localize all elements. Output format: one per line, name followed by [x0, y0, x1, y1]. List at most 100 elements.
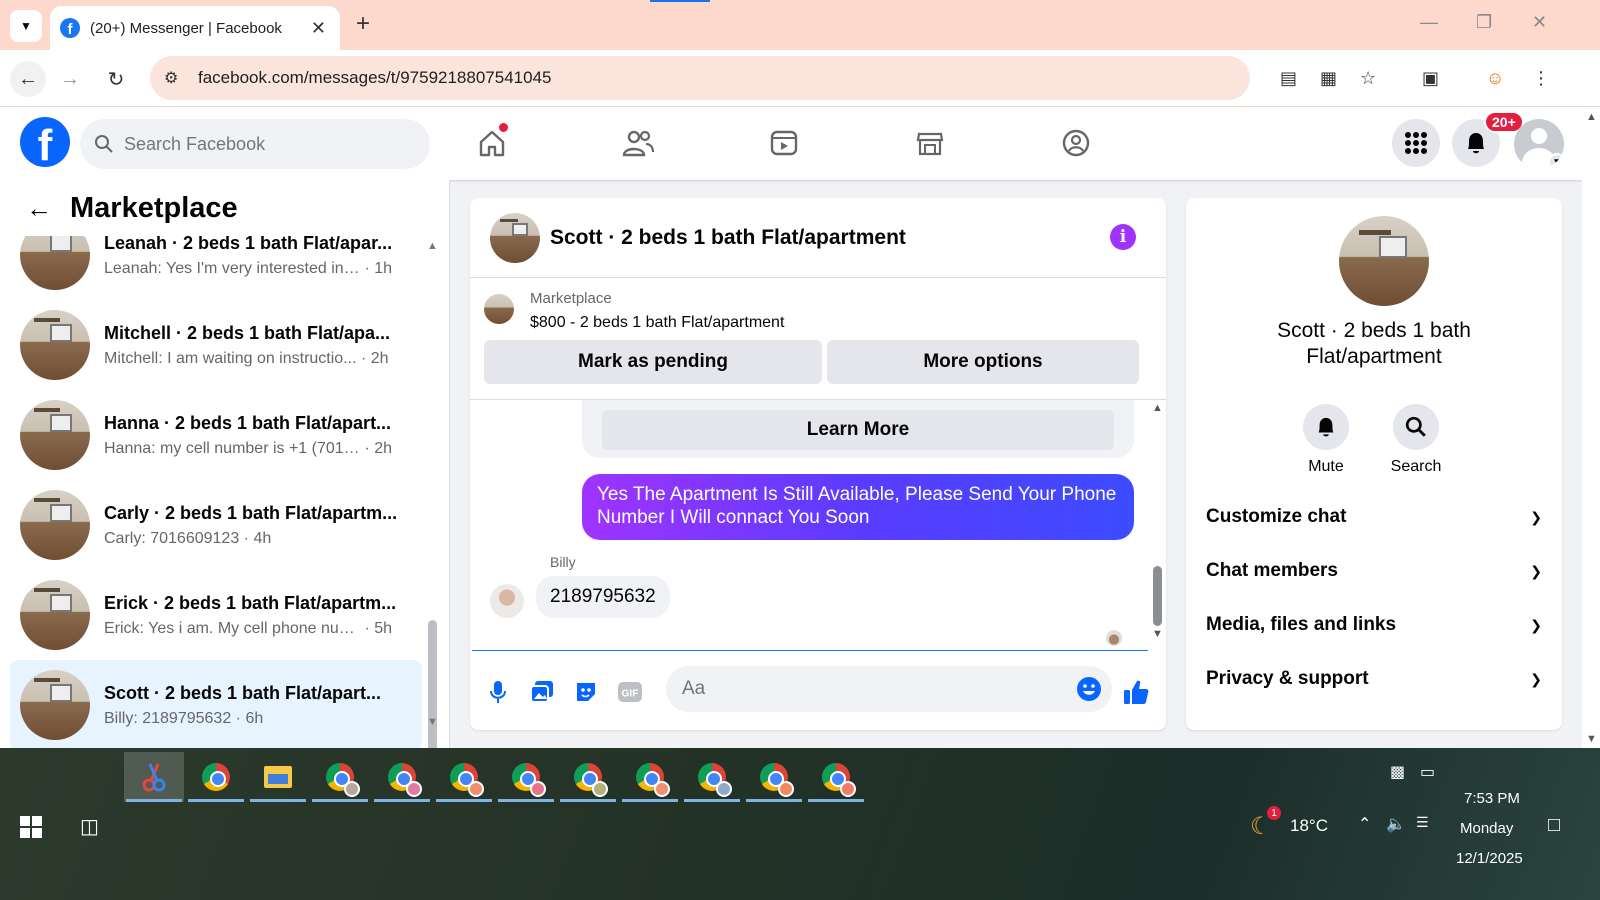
taskbar-app-chrome-profile[interactable]: [682, 752, 742, 802]
customize-chat-section[interactable]: Customize chat ❯: [1206, 492, 1542, 542]
new-tab-button[interactable]: +: [356, 12, 370, 36]
message-input[interactable]: [682, 678, 1062, 700]
profile-icon[interactable]: ☺: [1486, 68, 1504, 89]
like-button[interactable]: [1122, 678, 1150, 706]
restore-icon[interactable]: ❐: [1476, 12, 1492, 33]
back-arrow-icon[interactable]: ←: [26, 193, 52, 224]
conversation-time: 2h: [374, 439, 393, 457]
facebook-search[interactable]: [80, 119, 430, 169]
start-button[interactable]: [20, 816, 42, 843]
emoji-icon[interactable]: [1076, 676, 1102, 702]
conversation-item[interactable]: Erick · 2 beds 1 bath Flat/apartm... Eri…: [10, 570, 422, 660]
search-input[interactable]: [124, 133, 404, 155]
clock-day[interactable]: Monday: [1460, 820, 1513, 837]
search-in-chat-button[interactable]: Search: [1386, 404, 1446, 476]
chat-scrollbar[interactable]: ▲ ▼: [1150, 402, 1164, 650]
scroll-down-icon[interactable]: ▼: [427, 716, 438, 728]
tab-indicator: [650, 0, 710, 2]
browser-menu-icon[interactable]: ⋮: [1532, 68, 1550, 89]
taskbar-app-chrome[interactable]: [186, 752, 246, 802]
conversation-info-panel: Scott · 2 beds 1 bath Flat/apartment Mut…: [1186, 198, 1562, 730]
minimize-icon[interactable]: —: [1420, 12, 1438, 33]
taskbar-app-chrome-profile[interactable]: [496, 752, 556, 802]
close-tab-icon[interactable]: ✕: [311, 18, 326, 39]
chat-header[interactable]: Scott · 2 beds 1 bath Flat/apartment i: [470, 198, 1166, 278]
extensions-icon[interactable]: ▣: [1422, 68, 1439, 89]
clock-date[interactable]: 12/1/2025: [1456, 850, 1523, 867]
install-app-icon[interactable]: ▤: [1280, 68, 1297, 89]
taskbar-app-chrome-profile[interactable]: [806, 752, 866, 802]
incoming-message: 2189795632: [536, 576, 670, 618]
nav-home[interactable]: [474, 123, 510, 161]
reload-icon: ↻: [107, 68, 125, 91]
site-settings-icon[interactable]: ⚙: [164, 68, 188, 88]
forward-button[interactable]: →: [54, 63, 86, 95]
conversation-item[interactable]: Mitchell · 2 beds 1 bath Flat/apa... Mit…: [10, 300, 422, 390]
show-hidden-icons-icon[interactable]: ⌃: [1358, 814, 1371, 834]
scroll-up-icon[interactable]: ▲: [427, 240, 438, 252]
scroll-up-icon[interactable]: ▲: [1586, 111, 1597, 123]
task-view-icon[interactable]: ◫: [80, 814, 99, 839]
mute-button[interactable]: Mute: [1296, 404, 1356, 476]
conversation-item-active[interactable]: Scott · 2 beds 1 bath Flat/apart... Bill…: [10, 660, 422, 748]
mark-pending-button[interactable]: Mark as pending: [484, 340, 822, 384]
sticker-button[interactable]: [572, 678, 600, 706]
account-avatar[interactable]: ▼: [1514, 119, 1564, 169]
scroll-down-icon[interactable]: ▼: [1152, 628, 1163, 640]
composer-divider: [472, 650, 1148, 651]
bookmark-star-icon[interactable]: ☆: [1360, 68, 1376, 89]
info-icon[interactable]: i: [1110, 224, 1136, 250]
conversation-item[interactable]: Carly · 2 beds 1 bath Flat/apartm... Car…: [10, 480, 422, 570]
conversation-item[interactable]: Hanna · 2 beds 1 bath Flat/apart... Hann…: [10, 390, 422, 480]
chat-members-section[interactable]: Chat members ❯: [1206, 546, 1542, 596]
tab-search-button[interactable]: ▼: [10, 10, 42, 42]
address-bar[interactable]: ⚙ facebook.com/messages/t/97592188075410…: [150, 56, 1250, 100]
taskbar-app-chrome-profile[interactable]: [744, 752, 804, 802]
taskbar-app-snipping[interactable]: [124, 752, 184, 802]
display-icon[interactable]: ▭: [1420, 762, 1435, 782]
taskbar-app-chrome-profile[interactable]: [310, 752, 370, 802]
meet-now-icon[interactable]: ▩: [1390, 762, 1405, 782]
volume-icon[interactable]: 🔈: [1386, 814, 1406, 834]
conversation-name: Scott · 2 beds 1 bath Flat/apartment: [1277, 319, 1471, 368]
clock-time[interactable]: 7:53 PM: [1464, 790, 1520, 807]
taskbar-app-chrome-profile[interactable]: [620, 752, 680, 802]
message-input-box[interactable]: [666, 666, 1112, 712]
sender-avatar[interactable]: [490, 584, 524, 618]
close-window-icon[interactable]: ✕: [1532, 12, 1547, 33]
attach-media-button[interactable]: [528, 678, 556, 706]
conversation-preview: Mitchell: I am waiting on instructio...: [104, 349, 357, 367]
back-button[interactable]: ←: [10, 61, 46, 97]
notification-center-icon[interactable]: □: [1548, 814, 1560, 837]
media-files-links-section[interactable]: Media, files and links ❯: [1206, 600, 1542, 650]
voice-clip-button[interactable]: [484, 678, 512, 706]
browser-tab-messenger[interactable]: f (20+) Messenger | Facebook ✕: [50, 6, 340, 50]
taskbar-app-chrome-profile[interactable]: [558, 752, 618, 802]
network-icon[interactable]: ☰: [1416, 814, 1429, 831]
taskbar-app-chrome-profile[interactable]: [372, 752, 432, 802]
facebook-logo-icon[interactable]: f: [20, 117, 70, 167]
nav-video[interactable]: [766, 125, 802, 161]
learn-more-button[interactable]: Learn More: [602, 410, 1114, 450]
privacy-support-section[interactable]: Privacy & support ❯: [1206, 654, 1542, 704]
sidebar-scrollbar[interactable]: ▲ ▼: [426, 240, 440, 748]
more-options-button[interactable]: More options: [827, 340, 1139, 384]
taskbar-app-chrome-profile[interactable]: [434, 752, 494, 802]
menu-button[interactable]: [1392, 119, 1440, 167]
nav-gaming[interactable]: [1058, 125, 1094, 161]
nav-marketplace[interactable]: [912, 125, 948, 161]
scroll-down-icon[interactable]: ▼: [1586, 733, 1597, 745]
arrow-left-icon: ←: [18, 67, 38, 90]
listing-title[interactable]: $800 - 2 beds 1 bath Flat/apartment: [530, 314, 784, 332]
nav-friends[interactable]: [620, 125, 656, 161]
reload-button[interactable]: ↻: [100, 63, 132, 95]
translate-icon[interactable]: ▦: [1320, 68, 1337, 89]
gif-button[interactable]: GIF: [616, 678, 644, 706]
page-scrollbar[interactable]: ▲ ▼: [1582, 107, 1600, 748]
scroll-up-icon[interactable]: ▲: [1152, 402, 1163, 414]
scrollbar-thumb[interactable]: [1153, 566, 1162, 626]
weather-temperature[interactable]: 18°C: [1290, 816, 1328, 836]
conversation-preview: Erick: Yes i am. My cell phone num...: [104, 619, 360, 637]
scrollbar-thumb[interactable]: [428, 620, 437, 748]
taskbar-app-explorer[interactable]: [248, 752, 308, 802]
